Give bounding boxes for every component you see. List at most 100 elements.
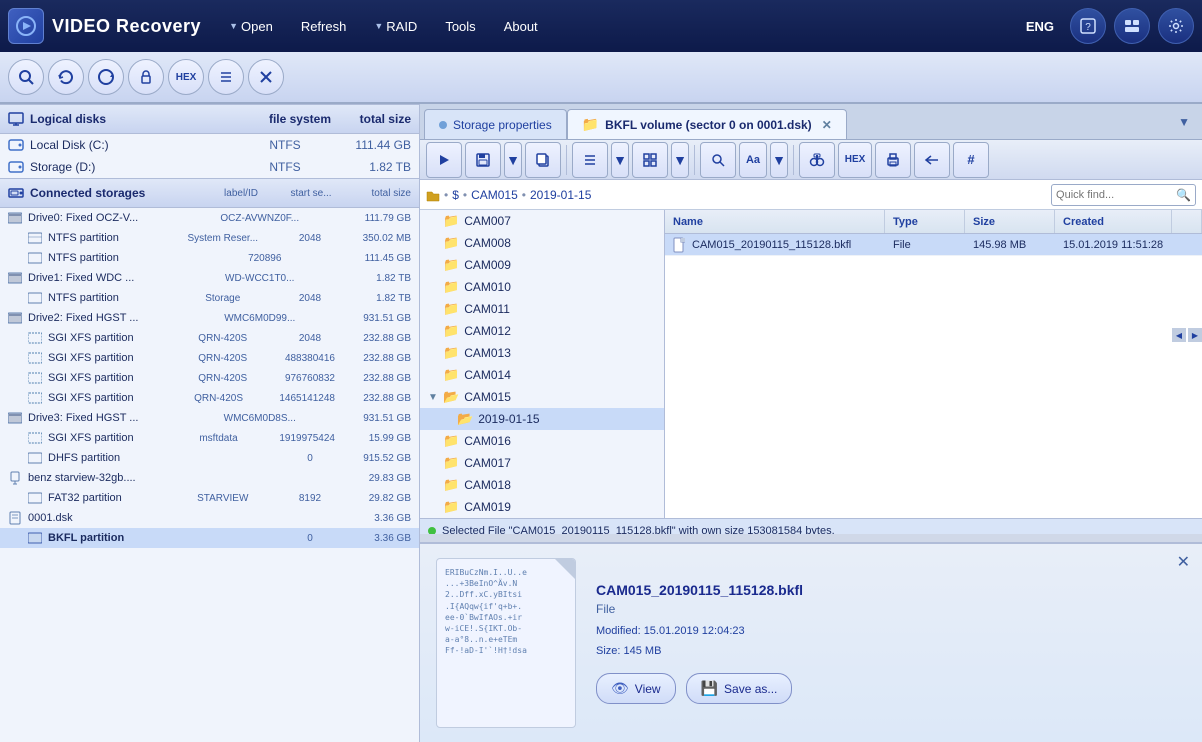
- disk-c[interactable]: Local Disk (C:) NTFS 111.44 GB: [0, 134, 419, 156]
- tb-hex[interactable]: HEX: [168, 59, 204, 95]
- path-bar: • $ • CAM015 • 2019-01-15 🔍: [420, 180, 1202, 210]
- logical-disks-label: Logical disks: [30, 112, 106, 126]
- rt-grid-drop[interactable]: ▼: [671, 142, 689, 178]
- folder-cam017[interactable]: 📁 CAM017: [420, 452, 664, 474]
- rt-hash[interactable]: #: [953, 142, 989, 178]
- layout-button[interactable]: [1114, 8, 1150, 44]
- xfs-msft-id: msftdata: [164, 433, 274, 444]
- path-cam015[interactable]: CAM015: [471, 188, 518, 202]
- tab-close-btn[interactable]: ✕: [822, 118, 832, 132]
- quick-find-input[interactable]: [1056, 189, 1176, 201]
- rt-find[interactable]: [700, 142, 736, 178]
- path-dollar[interactable]: $: [452, 188, 459, 202]
- ntfs-partition-1[interactable]: NTFS partition 720896 111.45 GB: [0, 248, 419, 268]
- folder-cam007[interactable]: 📁 CAM007: [420, 210, 664, 232]
- xfs-0[interactable]: SGI XFS partition QRN-420S 2048 232.88 G…: [0, 328, 419, 348]
- scroll-right-btn[interactable]: ▶: [1188, 328, 1202, 342]
- folder-cam014-icon: 📁: [443, 367, 459, 383]
- rt-text-drop[interactable]: ▼: [770, 142, 788, 178]
- folder-cam018[interactable]: 📁 CAM018: [420, 474, 664, 496]
- drive1-icon: [8, 271, 22, 285]
- folder-cam015[interactable]: ▼ 📂 CAM015: [420, 386, 664, 408]
- ntfs-0-size: 350.02 MB: [341, 233, 411, 244]
- bkfl-partition[interactable]: BKFL partition 0 3.36 GB: [0, 528, 419, 548]
- ntfs-partition-0[interactable]: NTFS partition System Reser... 2048 350.…: [0, 228, 419, 248]
- quick-find-box[interactable]: 🔍: [1051, 184, 1196, 206]
- tb-lock[interactable]: [128, 59, 164, 95]
- rt-grid[interactable]: [632, 142, 668, 178]
- settings-button[interactable]: [1158, 8, 1194, 44]
- ntfs-storage[interactable]: NTFS partition Storage 2048 1.82 TB: [0, 288, 419, 308]
- rt-copy[interactable]: [525, 142, 561, 178]
- rt-back[interactable]: [914, 142, 950, 178]
- xfs-3-id: QRN-420S: [164, 393, 274, 404]
- folder-cam016[interactable]: 📁 CAM016: [420, 430, 664, 452]
- rt-binoculars[interactable]: [799, 142, 835, 178]
- col-header-created: Created: [1055, 210, 1172, 233]
- preview-view-btn[interactable]: 👁 View: [596, 673, 676, 704]
- tb-sync[interactable]: [88, 59, 124, 95]
- xfs-3[interactable]: SGI XFS partition QRN-420S 1465141248 23…: [0, 388, 419, 408]
- tab-storage-props[interactable]: Storage properties: [424, 109, 567, 139]
- menu-tools[interactable]: Tools: [433, 13, 487, 40]
- tab-bkfl-volume[interactable]: 📁 BKFL volume (sector 0 on 0001.dsk) ✕: [567, 109, 847, 139]
- folder-date[interactable]: 📂 2019-01-15: [420, 408, 664, 430]
- folder-cam012-label: CAM012: [464, 324, 511, 338]
- dsk-file[interactable]: 0001.dsk 3.36 GB: [0, 508, 419, 528]
- rt-list-drop[interactable]: ▼: [611, 142, 629, 178]
- disk-d-fs: NTFS: [245, 160, 325, 174]
- folder-cam008[interactable]: 📁 CAM008: [420, 232, 664, 254]
- folder-cam013-icon: 📁: [443, 345, 459, 361]
- folder-cam013[interactable]: 📁 CAM013: [420, 342, 664, 364]
- drive-icon: [8, 211, 22, 225]
- fat32-id: STARVIEW: [167, 493, 280, 504]
- file-row-0[interactable]: CAM015_20190115_115128.bkfl File 145.98 …: [665, 234, 1202, 256]
- drive0[interactable]: Drive0: Fixed OCZ-V... OCZ-AVWNZ0F... 11…: [0, 208, 419, 228]
- file-list: Name Type Size Created CAM015_20190115_1…: [665, 210, 1202, 518]
- rt-save-drop[interactable]: ▼: [504, 142, 522, 178]
- menu-open[interactable]: ▼ Open: [217, 13, 285, 40]
- storage-partition-icon: [28, 291, 42, 305]
- dhfs-size: 915.52 GB: [341, 453, 411, 464]
- folder-cam014[interactable]: 📁 CAM014: [420, 364, 664, 386]
- fat32-partition[interactable]: FAT32 partition STARVIEW 8192 29.82 GB: [0, 488, 419, 508]
- path-root-btn[interactable]: [426, 188, 440, 202]
- drive2[interactable]: Drive2: Fixed HGST ... WMC6M0D99... 931.…: [0, 308, 419, 328]
- drive3[interactable]: Drive3: Fixed HGST ... WMC6M0D8S... 931.…: [0, 408, 419, 428]
- menu-about[interactable]: About: [492, 13, 550, 40]
- folder-cam009[interactable]: 📁 CAM009: [420, 254, 664, 276]
- rt-text[interactable]: Aa: [739, 142, 767, 178]
- scroll-left-btn[interactable]: ◀: [1172, 328, 1186, 342]
- path-sep1: •: [463, 188, 467, 202]
- drive0-id: OCZ-AVWNZ0F...: [185, 213, 336, 224]
- usb-drive[interactable]: benz starview-32gb.... 29.83 GB: [0, 468, 419, 488]
- tb-search[interactable]: [8, 59, 44, 95]
- tab-dropdown-btn[interactable]: ▼: [1170, 111, 1198, 133]
- xfs-2[interactable]: SGI XFS partition QRN-420S 976760832 232…: [0, 368, 419, 388]
- tb-reload[interactable]: [48, 59, 84, 95]
- xfs-3-label: SGI XFS partition: [48, 392, 158, 404]
- xfs-1[interactable]: SGI XFS partition QRN-420S 488380416 232…: [0, 348, 419, 368]
- rt-print[interactable]: [875, 142, 911, 178]
- help-button[interactable]: ?: [1070, 8, 1106, 44]
- xfs-msft[interactable]: SGI XFS partition msftdata 1919975424 15…: [0, 428, 419, 448]
- rt-save[interactable]: [465, 142, 501, 178]
- preview-close-btn[interactable]: ✕: [1177, 552, 1190, 572]
- rt-play[interactable]: [426, 142, 462, 178]
- rt-hex-view[interactable]: HEX: [838, 142, 872, 178]
- folder-cam019[interactable]: 📁 CAM019: [420, 496, 664, 518]
- disk-d[interactable]: Storage (D:) NTFS 1.82 TB: [0, 156, 419, 178]
- preview-save-btn[interactable]: 💾 Save as...: [686, 673, 793, 704]
- path-date[interactable]: 2019-01-15: [530, 188, 591, 202]
- tb-list[interactable]: [208, 59, 244, 95]
- folder-cam010[interactable]: 📁 CAM010: [420, 276, 664, 298]
- folder-cam011[interactable]: 📁 CAM011: [420, 298, 664, 320]
- menu-raid[interactable]: ▼ RAID: [362, 13, 429, 40]
- drive1[interactable]: Drive1: Fixed WDC ... WD-WCC1T0... 1.82 …: [0, 268, 419, 288]
- menu-refresh[interactable]: Refresh: [289, 13, 359, 40]
- bkfl-start: 0: [285, 533, 335, 544]
- dhfs-partition[interactable]: DHFS partition 0 915.52 GB: [0, 448, 419, 468]
- tb-close[interactable]: [248, 59, 284, 95]
- folder-cam012[interactable]: 📁 CAM012: [420, 320, 664, 342]
- rt-list[interactable]: [572, 142, 608, 178]
